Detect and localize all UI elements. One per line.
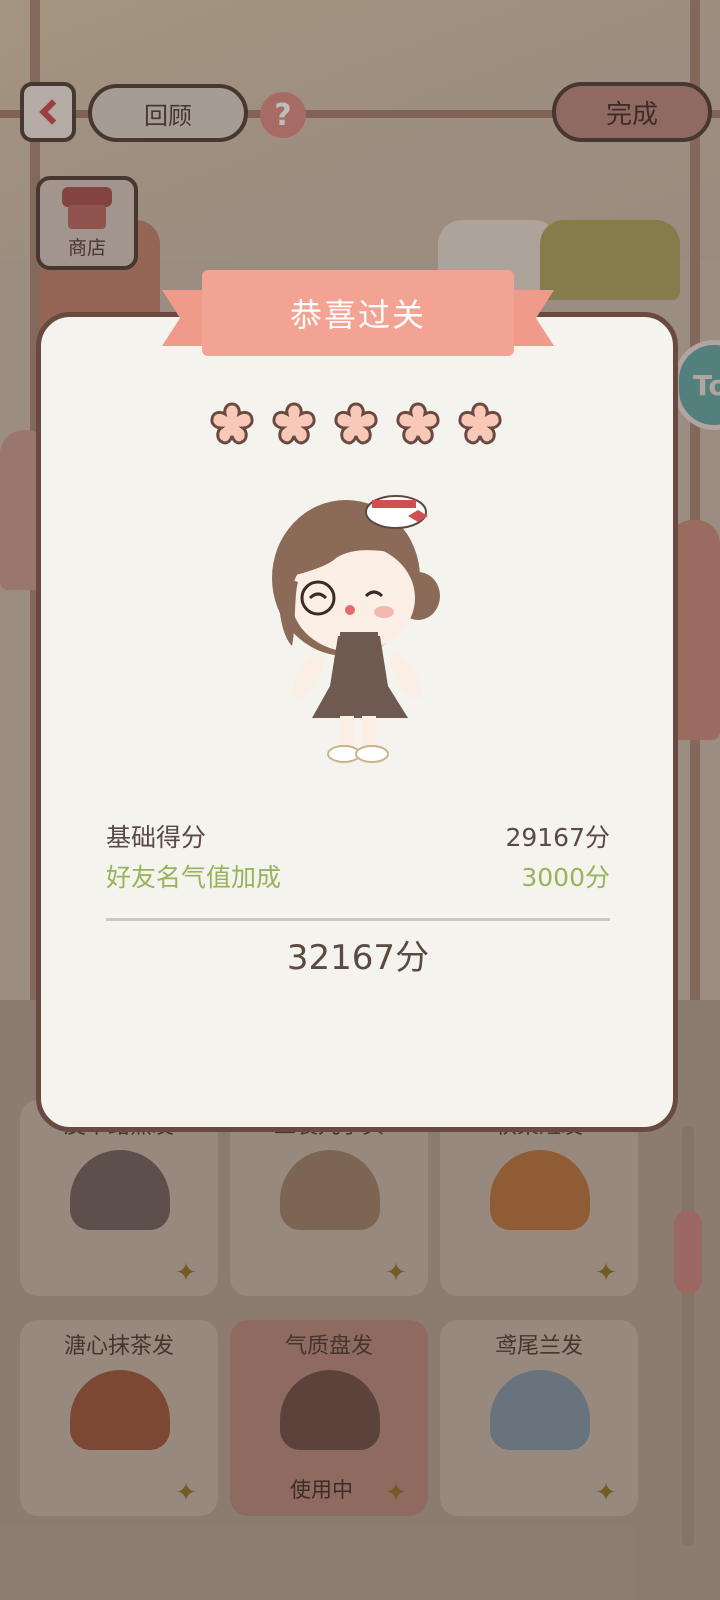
flower-star-icon (392, 398, 444, 450)
flower-star-icon (330, 398, 382, 450)
score-divider (106, 918, 610, 921)
total-score: 32167分 (286, 938, 430, 978)
flower-star-icon (454, 398, 506, 450)
base-score-label: 基础得分 (106, 823, 207, 852)
flower-star-icon (206, 398, 258, 450)
bonus-score-row: 好友名气值加成 3000分 (106, 858, 610, 894)
title-ribbon: 恭喜过关 (162, 270, 554, 362)
character-avatar (258, 486, 458, 776)
star-rating (206, 398, 506, 454)
base-score-row: 基础得分 29167分 (106, 818, 610, 854)
flower-star-icon (268, 398, 320, 450)
base-score-value: 29167分 (505, 823, 610, 852)
bonus-score-label: 好友名气值加成 (106, 863, 282, 892)
bonus-score-value: 3000分 (521, 863, 610, 892)
dialog-title: 恭喜过关 (289, 296, 426, 334)
